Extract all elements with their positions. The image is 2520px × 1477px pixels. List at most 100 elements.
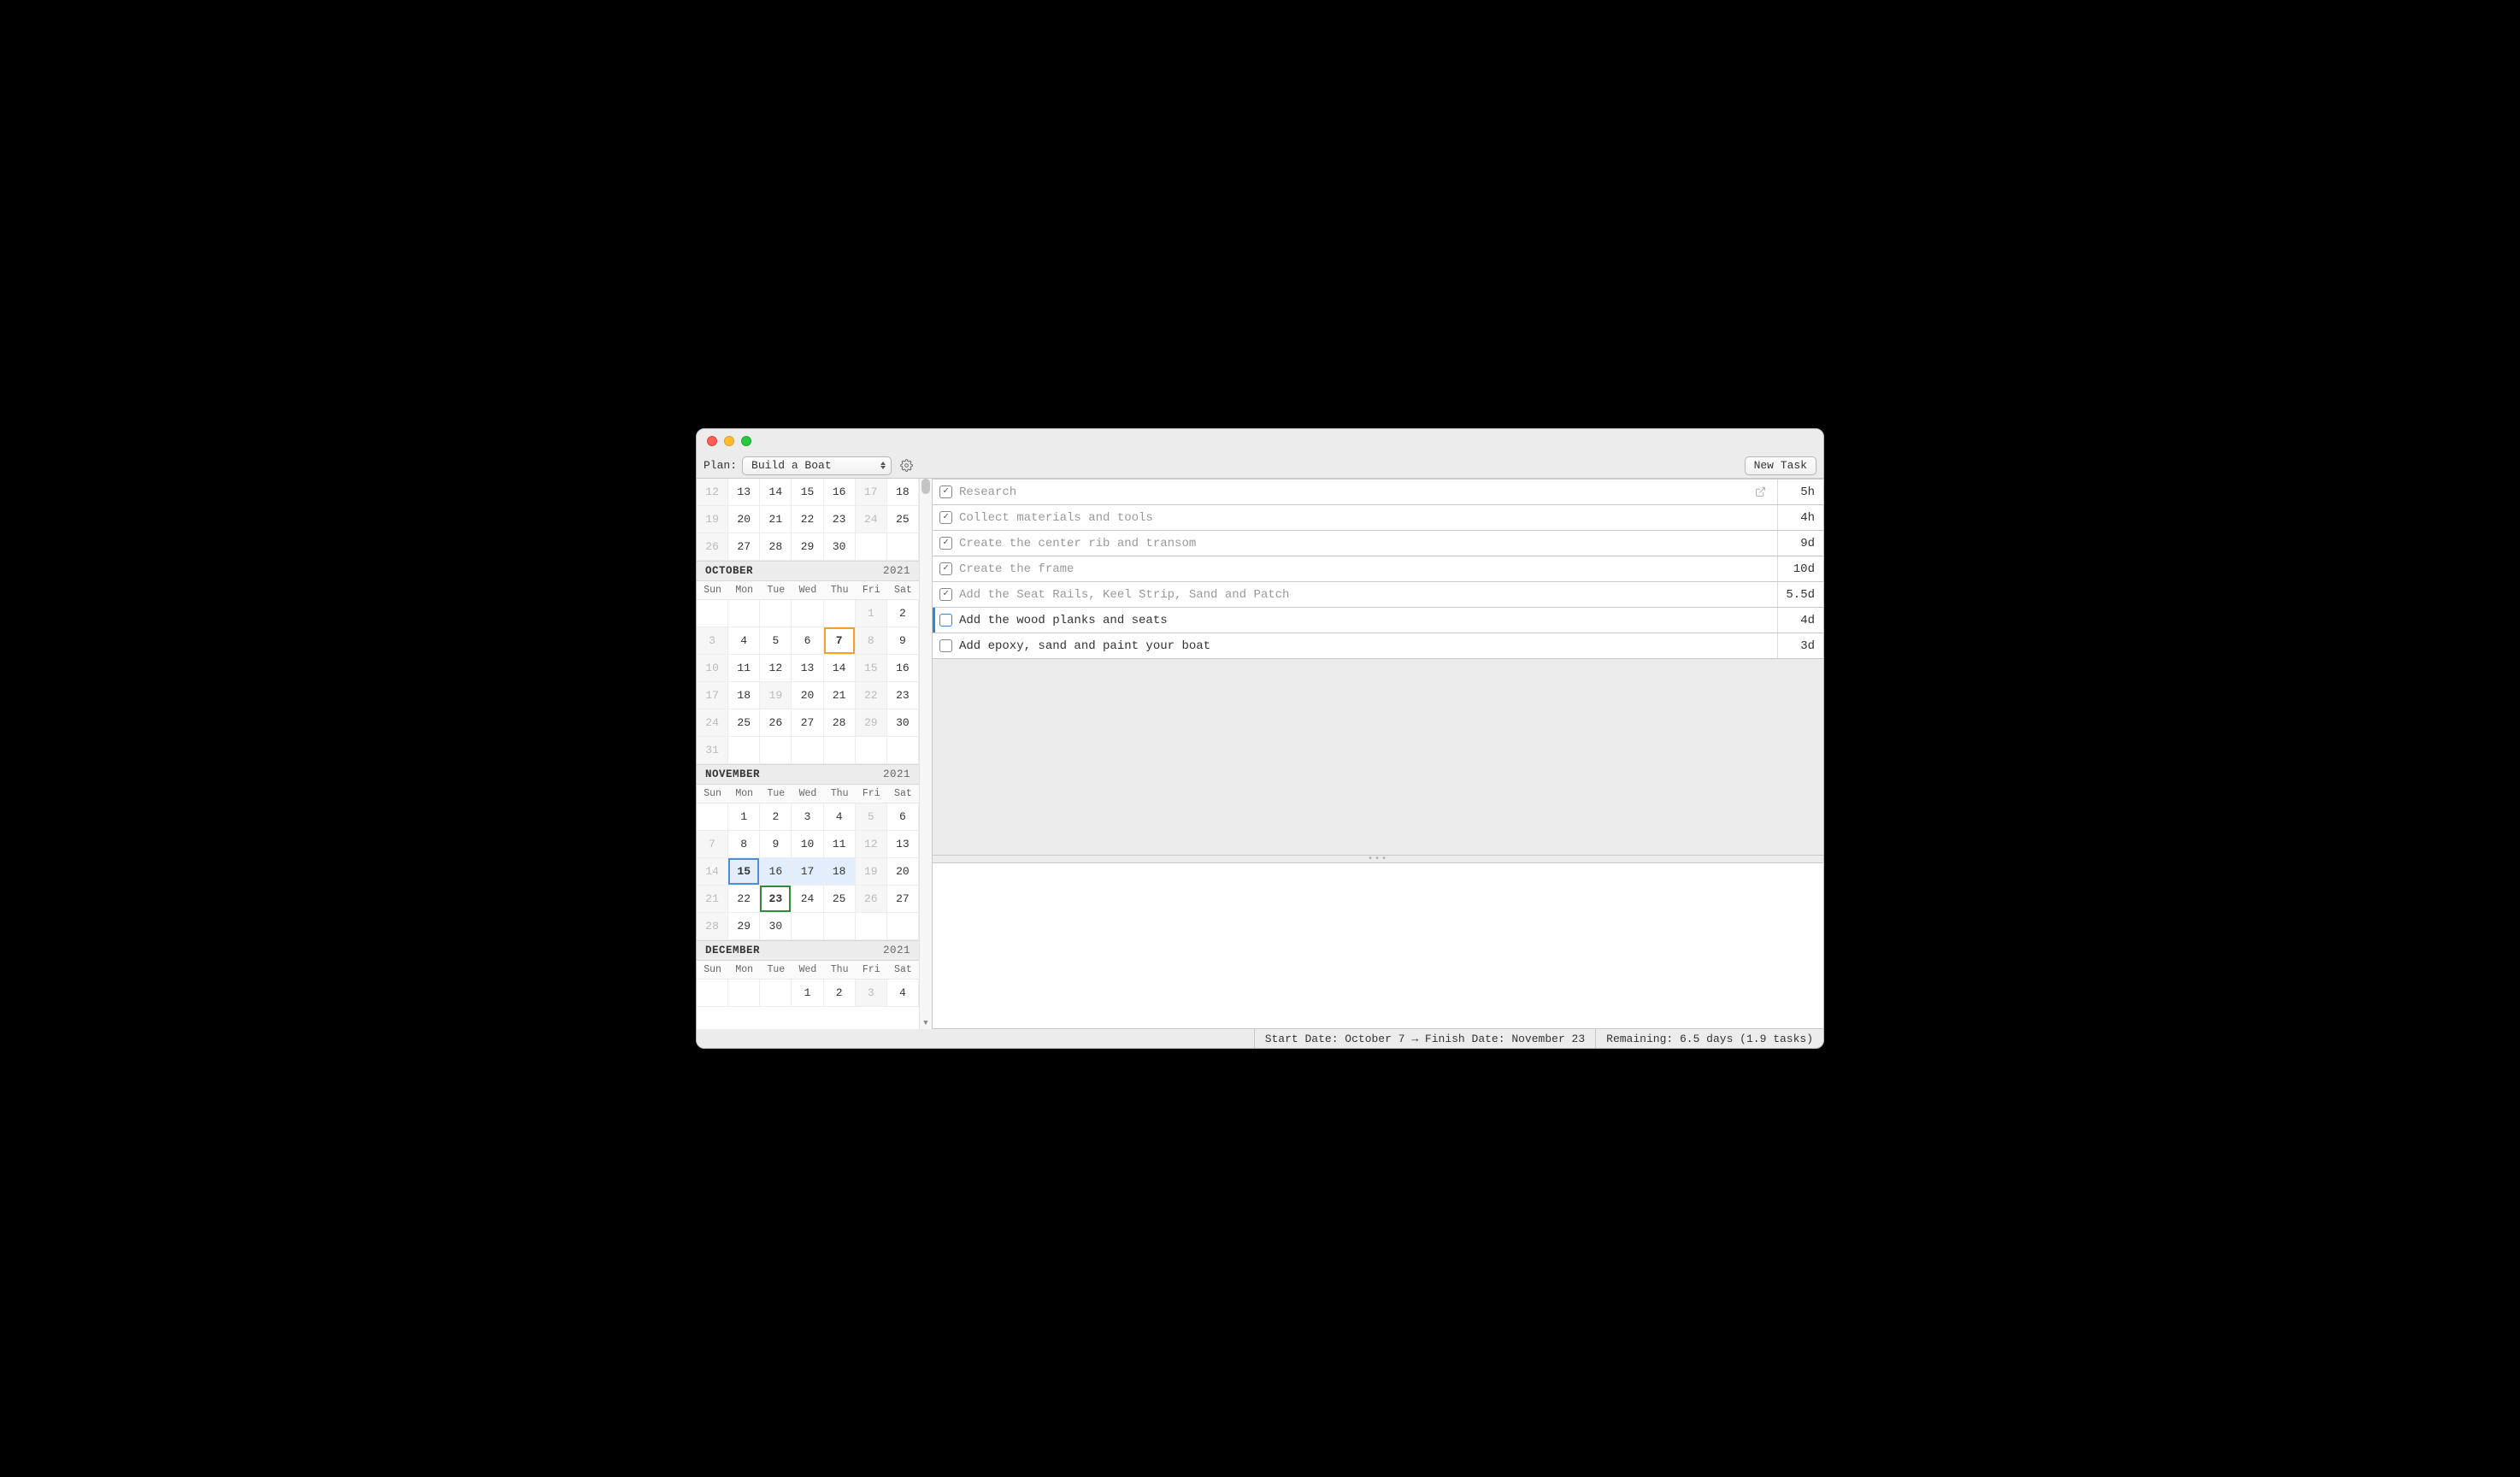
calendar-day[interactable]: 14 (697, 858, 728, 886)
calendar-day[interactable]: 27 (792, 709, 823, 737)
close-window-button[interactable] (707, 436, 717, 446)
calendar-day[interactable]: 2 (760, 803, 792, 831)
task-row[interactable]: Create the center rib and transom9d (933, 531, 1823, 556)
calendar-day[interactable]: 25 (728, 709, 760, 737)
calendar-day[interactable]: 29 (728, 913, 760, 940)
calendar-day[interactable]: 17 (792, 858, 823, 886)
calendar-day[interactable]: 20 (887, 858, 919, 886)
task-row[interactable]: Add the wood planks and seats4d (933, 608, 1823, 633)
calendar-day[interactable]: 25 (887, 506, 919, 533)
calendar-day[interactable]: 28 (697, 913, 728, 940)
task-row[interactable]: Create the frame10d (933, 556, 1823, 582)
task-duration[interactable]: 4d (1777, 608, 1823, 633)
split-handle[interactable]: ••• (933, 855, 1823, 863)
task-external-link[interactable] (1750, 486, 1770, 497)
calendar-day[interactable]: 19 (760, 682, 792, 709)
calendar-day[interactable]: 16 (824, 479, 856, 506)
calendar-day[interactable]: 21 (697, 886, 728, 913)
settings-button[interactable] (897, 456, 916, 475)
calendar-day[interactable]: 23 (887, 682, 919, 709)
task-checkbox[interactable] (939, 511, 952, 524)
calendar-day[interactable]: 24 (792, 886, 823, 913)
calendar-day[interactable]: 16 (887, 655, 919, 682)
calendar-day[interactable]: 3 (856, 980, 887, 1007)
calendar-day[interactable]: 8 (856, 627, 887, 655)
calendar-day[interactable]: 24 (856, 506, 887, 533)
calendar-day[interactable]: 29 (856, 709, 887, 737)
calendar-day[interactable]: 9 (760, 831, 792, 858)
calendar-day[interactable]: 25 (824, 886, 856, 913)
calendar-day[interactable]: 4 (728, 627, 760, 655)
calendar-day[interactable]: 7 (697, 831, 728, 858)
scroll-down-arrow-icon[interactable]: ▼ (920, 1017, 932, 1029)
calendar-day[interactable]: 30 (760, 913, 792, 940)
calendar-day[interactable]: 30 (824, 533, 856, 561)
minimize-window-button[interactable] (724, 436, 734, 446)
calendar-day[interactable]: 31 (697, 737, 728, 764)
calendar-day[interactable]: 12 (760, 655, 792, 682)
calendar-day[interactable]: 21 (824, 682, 856, 709)
calendar-day[interactable]: 17 (856, 479, 887, 506)
calendar-day[interactable]: 14 (824, 655, 856, 682)
task-duration[interactable]: 5.5d (1777, 582, 1823, 607)
calendar-day[interactable]: 27 (887, 886, 919, 913)
calendar-day[interactable]: 24 (697, 709, 728, 737)
calendar-day[interactable]: 7 (824, 627, 856, 655)
task-duration[interactable]: 10d (1777, 556, 1823, 581)
calendar-day[interactable]: 11 (728, 655, 760, 682)
calendar-day[interactable]: 15 (856, 655, 887, 682)
calendar-day[interactable]: 5 (856, 803, 887, 831)
calendar-day[interactable]: 12 (697, 479, 728, 506)
calendar-day[interactable]: 23 (760, 886, 792, 913)
calendar-day[interactable]: 22 (792, 506, 823, 533)
calendar-day[interactable]: 19 (856, 858, 887, 886)
calendar-day[interactable]: 29 (792, 533, 823, 561)
calendar-scrollbar[interactable]: ▼ (919, 479, 932, 1029)
calendar-day[interactable]: 18 (824, 858, 856, 886)
calendar-day[interactable]: 17 (697, 682, 728, 709)
calendar-day[interactable]: 14 (760, 479, 792, 506)
calendar-day[interactable]: 3 (792, 803, 823, 831)
calendar-day[interactable]: 26 (697, 533, 728, 561)
calendar-day[interactable]: 20 (792, 682, 823, 709)
task-checkbox[interactable] (939, 537, 952, 550)
calendar-day[interactable]: 4 (887, 980, 919, 1007)
calendar-day[interactable]: 28 (824, 709, 856, 737)
calendar-day[interactable]: 16 (760, 858, 792, 886)
calendar-scroll[interactable]: 12131415161718192021222324252627282930OC… (697, 479, 919, 1029)
task-checkbox[interactable] (939, 614, 952, 627)
calendar-day[interactable]: 22 (856, 682, 887, 709)
task-checkbox[interactable] (939, 562, 952, 575)
task-row[interactable]: Add epoxy, sand and paint your boat3d (933, 633, 1823, 659)
task-duration[interactable]: 5h (1777, 480, 1823, 504)
calendar-day[interactable]: 13 (728, 479, 760, 506)
new-task-button[interactable]: New Task (1745, 456, 1816, 475)
calendar-day[interactable]: 26 (856, 886, 887, 913)
task-row[interactable]: Research5h (933, 480, 1823, 505)
calendar-day[interactable]: 20 (728, 506, 760, 533)
calendar-day[interactable]: 1 (728, 803, 760, 831)
task-checkbox[interactable] (939, 485, 952, 498)
calendar-day[interactable]: 30 (887, 709, 919, 737)
calendar-day[interactable]: 26 (760, 709, 792, 737)
task-checkbox[interactable] (939, 639, 952, 652)
calendar-day[interactable]: 8 (728, 831, 760, 858)
calendar-day[interactable]: 4 (824, 803, 856, 831)
calendar-day[interactable]: 2 (887, 600, 919, 627)
plan-select[interactable]: Build a Boat (742, 456, 892, 475)
task-row[interactable]: Add the Seat Rails, Keel Strip, Sand and… (933, 582, 1823, 608)
calendar-day[interactable]: 13 (887, 831, 919, 858)
calendar-day[interactable]: 28 (760, 533, 792, 561)
calendar-day[interactable]: 22 (728, 886, 760, 913)
scrollbar-thumb[interactable] (921, 479, 930, 494)
task-duration[interactable]: 9d (1777, 531, 1823, 556)
calendar-day[interactable]: 6 (792, 627, 823, 655)
calendar-day[interactable]: 19 (697, 506, 728, 533)
task-duration[interactable]: 4h (1777, 505, 1823, 530)
calendar-day[interactable]: 10 (792, 831, 823, 858)
zoom-window-button[interactable] (741, 436, 751, 446)
calendar-day[interactable]: 12 (856, 831, 887, 858)
calendar-day[interactable]: 27 (728, 533, 760, 561)
calendar-day[interactable]: 1 (792, 980, 823, 1007)
calendar-day[interactable]: 6 (887, 803, 919, 831)
